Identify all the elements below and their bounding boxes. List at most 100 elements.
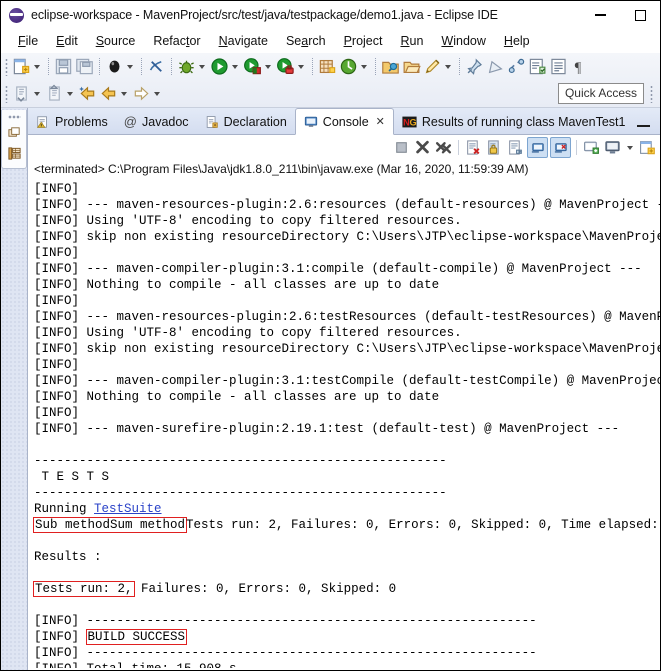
new-wizard-button[interactable] xyxy=(11,55,32,79)
back-history-button[interactable] xyxy=(77,82,98,106)
run-history-button[interactable] xyxy=(275,55,296,79)
previous-annotation-dropdown-icon[interactable] xyxy=(34,91,40,96)
toggle-breakpoint-button[interactable] xyxy=(104,55,125,79)
open-type-dropdown-icon[interactable] xyxy=(361,64,367,69)
previous-annotation-button[interactable] xyxy=(11,82,32,106)
menu-refactor[interactable]: Refactor xyxy=(144,32,209,50)
tab-console[interactable]: Console ✕ xyxy=(294,108,394,135)
console-line-text: [INFO] Nothing to compile - all classes … xyxy=(34,278,440,292)
toolbar-drag-handle-2[interactable] xyxy=(5,84,8,103)
tab-problems[interactable]: Problems xyxy=(28,109,116,134)
tab-javadoc[interactable]: @ Javadoc xyxy=(116,109,197,134)
run-history-dropdown-icon[interactable] xyxy=(298,64,304,69)
back-dropdown-icon[interactable] xyxy=(121,91,127,96)
workbench-body: Problems @ Javadoc Declaration Console ✕… xyxy=(1,108,660,670)
console-output-area[interactable]: [INFO] [INFO] --- maven-resources-plugin… xyxy=(28,178,660,668)
display-selected-console-arrow-icon[interactable] xyxy=(627,145,633,150)
debug-button[interactable] xyxy=(176,55,197,79)
display-selected-console-icon[interactable] xyxy=(604,139,621,156)
console-line-text: [INFO] ---------------------------------… xyxy=(34,614,537,628)
restore-view-icon[interactable] xyxy=(7,125,22,140)
menu-run[interactable]: Run xyxy=(391,32,432,50)
skip-breakpoints-button[interactable] xyxy=(146,55,167,79)
toolbar-separator xyxy=(312,58,313,75)
console-process-header: <terminated> C:\Program Files\Java\jdk1.… xyxy=(28,161,660,178)
toolbar-drag-handle[interactable] xyxy=(5,57,8,76)
run-coverage-dropdown-icon[interactable] xyxy=(265,64,271,69)
svg-text:G: G xyxy=(409,117,416,127)
toolbar-row-2: Quick Access xyxy=(1,80,660,107)
tab-declaration[interactable]: Declaration xyxy=(197,109,295,134)
console-line-text: [INFO] xyxy=(34,294,87,308)
package-explorer-icon[interactable] xyxy=(7,146,22,161)
menu-search[interactable]: Search xyxy=(277,32,335,50)
maximize-button[interactable] xyxy=(620,1,660,29)
pilcrow-button[interactable]: ¶ xyxy=(569,55,590,79)
open-type-button[interactable] xyxy=(338,55,359,79)
forward-button[interactable] xyxy=(131,82,152,106)
menu-help[interactable]: Help xyxy=(495,32,539,50)
menu-navigate[interactable]: Navigate xyxy=(210,32,277,50)
menu-project[interactable]: Project xyxy=(335,32,392,50)
new-java-package-button[interactable] xyxy=(317,55,338,79)
menu-edit[interactable]: Edit xyxy=(47,32,87,50)
save-all-button[interactable] xyxy=(74,55,95,79)
forward-dropdown-icon[interactable] xyxy=(154,91,160,96)
quick-access-input[interactable]: Quick Access xyxy=(557,83,644,104)
console-view-panel: Problems @ Javadoc Declaration Console ✕… xyxy=(28,108,660,670)
close-icon[interactable]: ✕ xyxy=(376,115,385,128)
console-line-text: [INFO] Using 'UTF-8' encoding to copy fi… xyxy=(34,214,462,228)
open-resource-button[interactable] xyxy=(380,55,401,79)
console-line: [INFO] xyxy=(34,405,660,421)
eclipse-window: eclipse-workspace - MavenProject/src/tes… xyxy=(0,0,661,671)
pin-console-icon[interactable] xyxy=(583,139,600,156)
word-wrap-icon[interactable] xyxy=(507,139,524,156)
scroll-lock-icon[interactable] xyxy=(486,139,503,156)
pin-editor-button[interactable] xyxy=(464,55,485,79)
toggle-block-selection-button[interactable] xyxy=(527,55,548,79)
menu-file[interactable]: File xyxy=(9,32,47,50)
maximize-icon xyxy=(634,9,646,21)
show-console-on-output-button[interactable] xyxy=(527,137,548,158)
show-whitespace-button[interactable] xyxy=(548,55,569,79)
run-coverage-button[interactable] xyxy=(242,55,263,79)
console-line-text: [INFO] xyxy=(34,182,87,196)
open-folder-button[interactable] xyxy=(401,55,422,79)
tab-results-of-running-class[interactable]: N G Results of running class MavenTest1 xyxy=(394,109,634,134)
annotation-button[interactable] xyxy=(422,55,443,79)
menu-source[interactable]: Source xyxy=(87,32,145,50)
run-dropdown-icon[interactable] xyxy=(232,64,238,69)
console-line: Running TestSuite xyxy=(34,501,660,517)
menu-window[interactable]: Window xyxy=(432,32,494,50)
new-wizard-dropdown-icon[interactable] xyxy=(34,64,40,69)
drag-handle-icon[interactable] xyxy=(7,115,21,119)
breakpoint-dropdown-icon[interactable] xyxy=(127,64,133,69)
clear-console-icon[interactable] xyxy=(465,139,482,156)
run-button[interactable] xyxy=(209,55,230,79)
debug-dropdown-icon[interactable] xyxy=(199,64,205,69)
console-line-text: [INFO] Using 'UTF-8' encoding to copy fi… xyxy=(34,326,462,340)
next-annotation-dropdown-icon[interactable] xyxy=(67,91,73,96)
forward-back-button[interactable] xyxy=(98,82,119,106)
problems-icon xyxy=(36,115,47,128)
open-console-icon[interactable] xyxy=(639,139,656,156)
remove-launch-icon[interactable] xyxy=(414,139,431,156)
toolbar-separator xyxy=(459,58,460,75)
view-tab-strip: Problems @ Javadoc Declaration Console ✕… xyxy=(28,108,660,135)
terminate-icon[interactable] xyxy=(393,139,410,156)
save-button[interactable] xyxy=(53,55,74,79)
console-hyperlink[interactable]: TestSuite xyxy=(94,502,162,516)
tab-label: Results of running class MavenTest1 xyxy=(421,114,626,129)
link-editor-button[interactable] xyxy=(506,55,527,79)
annotation-next-button[interactable] xyxy=(485,55,506,79)
show-console-on-error-button[interactable] xyxy=(550,137,571,158)
remove-all-terminated-icon[interactable] xyxy=(435,139,452,156)
console-icon xyxy=(304,116,317,127)
annotation-dropdown-icon[interactable] xyxy=(445,64,451,69)
console-line-text: ----------------------------------------… xyxy=(34,454,447,468)
minimize-view-icon[interactable] xyxy=(637,115,650,127)
console-line-text: [INFO] Total time: 15.908 s xyxy=(34,662,237,668)
toolbar-drag-handle-3[interactable] xyxy=(650,84,653,103)
next-annotation-button[interactable] xyxy=(44,82,65,106)
minimize-button[interactable] xyxy=(580,1,620,29)
